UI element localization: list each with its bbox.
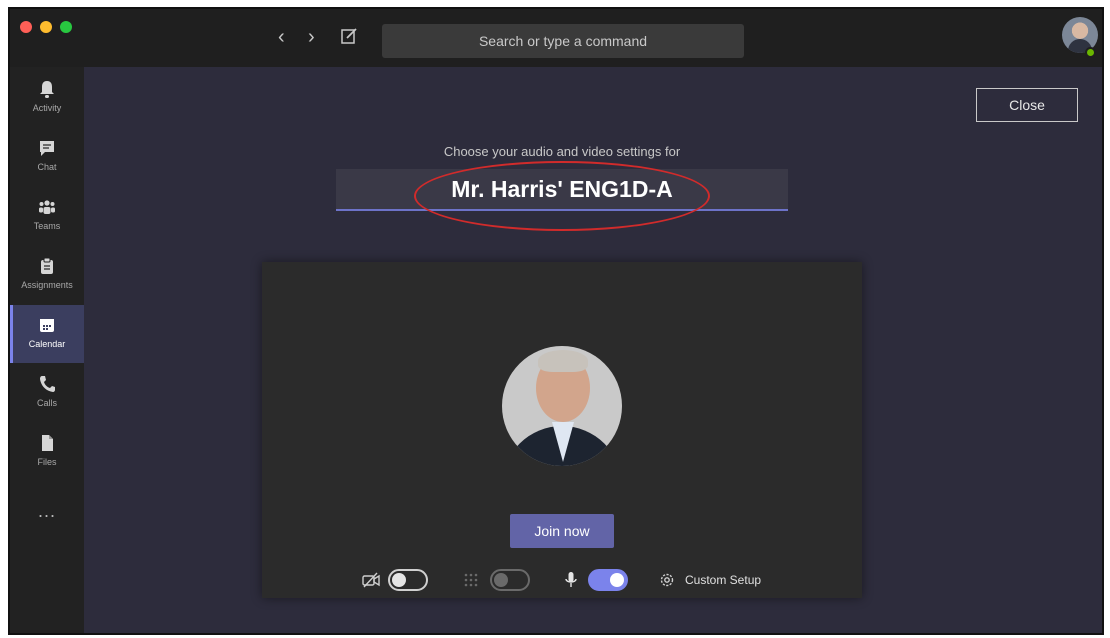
rail-item-label: Activity — [32, 103, 62, 113]
teams-icon — [39, 200, 55, 214]
minimize-window-button[interactable] — [40, 21, 52, 33]
rail-item-label: Files — [37, 457, 57, 467]
rail-item-activity[interactable]: Activity — [10, 69, 84, 127]
settings-subtitle: Choose your audio and video settings for — [443, 144, 681, 159]
video-toggle[interactable] — [388, 569, 428, 591]
device-controls: Custom Setup — [362, 565, 782, 595]
rail-item-label: Assignments — [21, 280, 73, 290]
rail-item-label: Calendar — [28, 339, 66, 349]
blur-toggle[interactable] — [490, 569, 530, 591]
profile-photo — [502, 346, 622, 466]
more-apps-icon[interactable]: ... — [10, 501, 84, 522]
rail-item-chat[interactable]: Chat — [10, 128, 84, 186]
custom-setup-button[interactable]: Custom Setup — [685, 573, 761, 587]
assignments-icon — [41, 257, 53, 274]
chat-icon — [40, 141, 54, 156]
meeting-name: Mr. Harris' ENG1D-A — [336, 169, 788, 211]
calendar-icon — [40, 319, 54, 332]
app-rail: Activity Chat Teams Assignments Calendar… — [10, 67, 84, 633]
teams-window: ‹ › Search or type a command Activity Ch… — [8, 7, 1104, 635]
gear-icon[interactable] — [658, 571, 676, 589]
background-blur-icon — [464, 573, 478, 587]
maximize-window-button[interactable] — [60, 21, 72, 33]
microphone-icon — [565, 572, 577, 587]
rail-item-label: Chat — [37, 162, 57, 172]
rail-item-label: Teams — [33, 221, 61, 231]
mic-toggle[interactable] — [588, 569, 628, 591]
back-arrow-icon[interactable]: ‹ — [278, 27, 285, 47]
search-input[interactable]: Search or type a command — [382, 24, 744, 58]
toggle-knob — [494, 573, 508, 587]
bell-icon — [40, 81, 54, 98]
toggle-knob — [392, 573, 406, 587]
rail-item-files[interactable]: Files — [10, 423, 84, 481]
rail-item-assignments[interactable]: Assignments — [10, 246, 84, 304]
toggle-knob — [610, 573, 624, 587]
phone-icon — [40, 376, 55, 392]
join-now-button[interactable]: Join now — [510, 514, 614, 548]
forward-arrow-icon[interactable]: › — [308, 27, 315, 47]
rail-item-calls[interactable]: Calls — [10, 364, 84, 422]
photo-hair — [538, 350, 588, 372]
close-window-button[interactable] — [20, 21, 32, 33]
compose-icon[interactable] — [340, 27, 358, 45]
rail-item-label: Calls — [36, 398, 57, 408]
presence-available-icon — [1085, 47, 1096, 58]
title-bar: ‹ › Search or type a command — [10, 9, 1102, 67]
close-button[interactable]: Close — [976, 88, 1078, 122]
rail-item-calendar[interactable]: Calendar — [10, 305, 84, 363]
file-icon — [42, 435, 53, 451]
video-preview-panel: Join now Custom Setup — [262, 262, 862, 598]
camera-off-icon — [362, 572, 380, 588]
rail-item-teams[interactable]: Teams — [10, 187, 84, 245]
